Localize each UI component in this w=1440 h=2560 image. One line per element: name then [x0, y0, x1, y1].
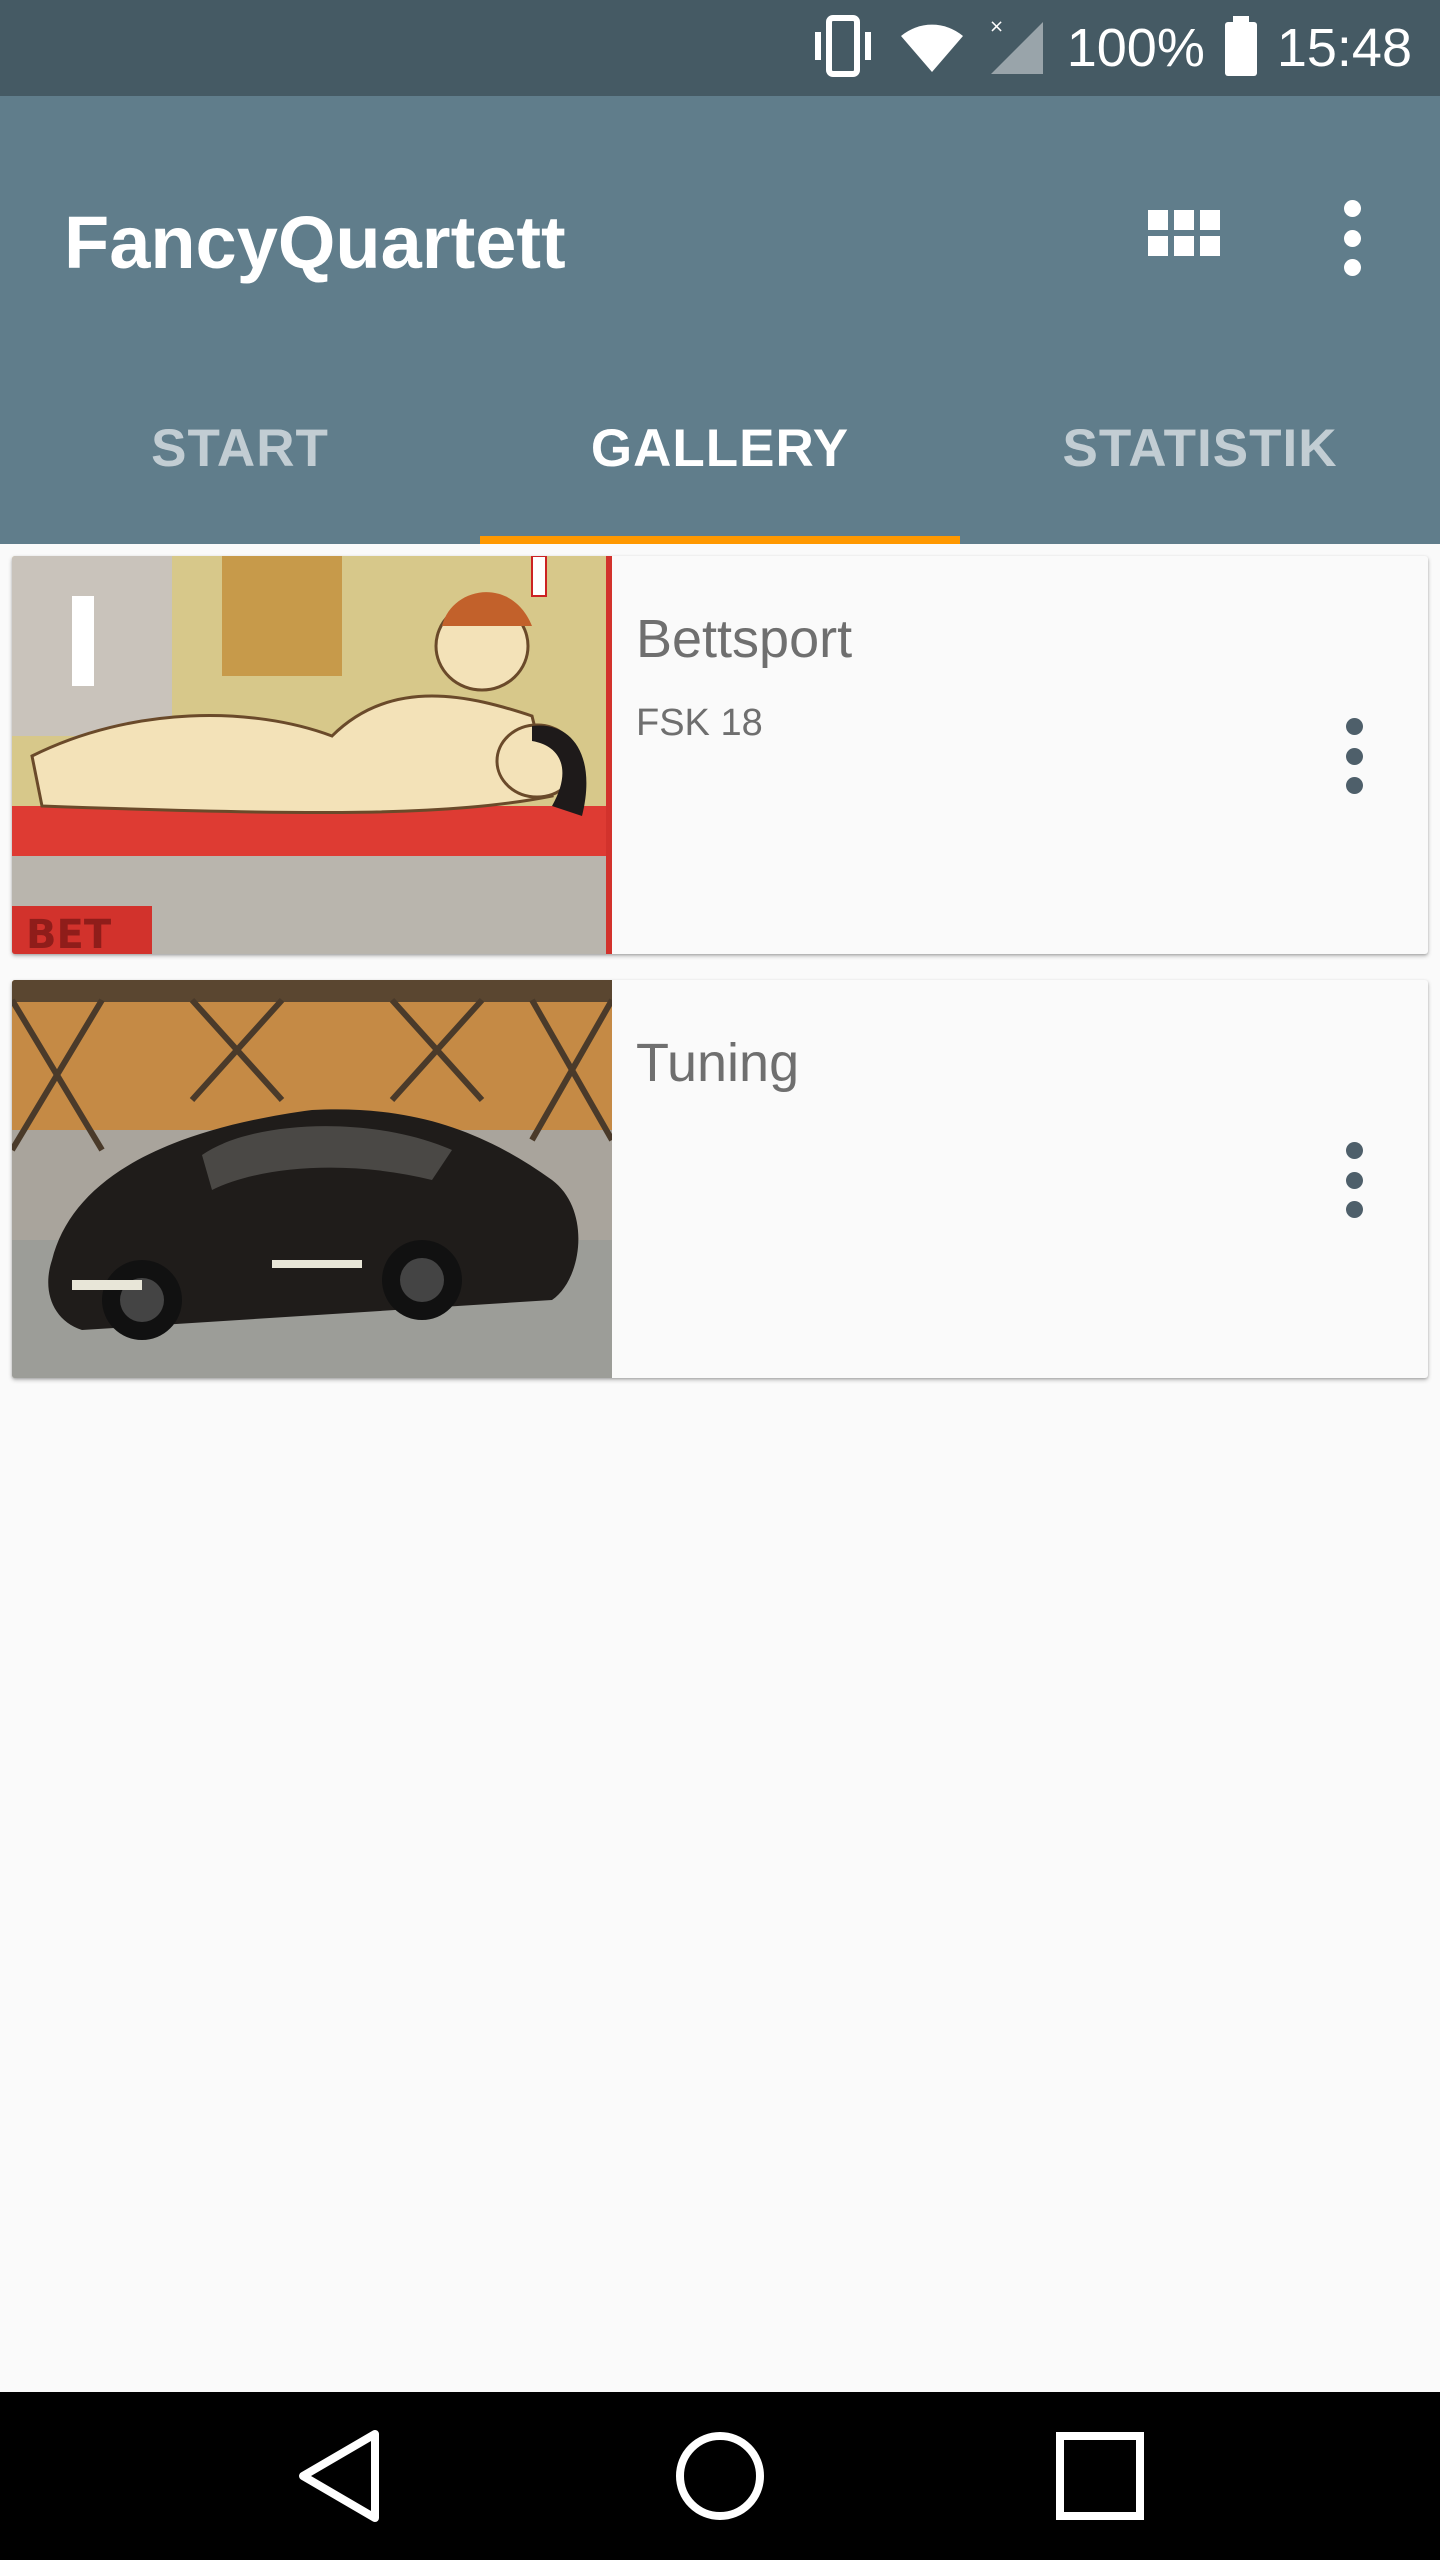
signal-icon: × — [985, 14, 1049, 83]
overflow-menu-icon[interactable] — [1326, 200, 1378, 276]
status-bar: × 100% 15:48 — [0, 0, 1440, 96]
deck-thumbnail — [12, 980, 612, 1378]
deck-card-tuning[interactable]: Tuning — [12, 980, 1428, 1378]
wifi-icon — [897, 16, 967, 81]
clock: 15:48 — [1276, 18, 1412, 78]
app-title: FancyQuartett — [64, 201, 566, 284]
battery-icon — [1223, 14, 1259, 83]
deck-menu-icon[interactable] — [1334, 718, 1374, 794]
tab-start[interactable]: START — [0, 360, 480, 544]
tab-gallery[interactable]: GALLERY — [480, 360, 960, 544]
home-icon[interactable] — [620, 2392, 820, 2560]
status-icons: × 100% 15:48 — [807, 0, 1412, 96]
tab-bar: START GALLERY STATISTIK — [0, 360, 1440, 544]
tab-statistik[interactable]: STATISTIK — [960, 360, 1440, 544]
deck-card-bettsport[interactable]: BET Bettsport FSK 18 — [12, 556, 1428, 954]
deck-title: Bettsport — [636, 609, 853, 669]
deck-menu-icon[interactable] — [1334, 1142, 1374, 1218]
deck-title: Tuning — [636, 1033, 800, 1093]
vibrate-icon — [807, 14, 879, 83]
deck-thumbnail: BET — [12, 556, 612, 954]
grid-view-icon[interactable] — [1148, 210, 1220, 282]
navigation-bar — [0, 2392, 1440, 2560]
recents-icon[interactable] — [1000, 2392, 1200, 2560]
svg-text:BET: BET — [26, 912, 112, 954]
svg-text:×: × — [989, 16, 1004, 37]
deck-subtitle: FSK 18 — [636, 702, 763, 744]
back-icon[interactable] — [240, 2392, 440, 2560]
battery-percent: 100% — [1066, 18, 1205, 78]
